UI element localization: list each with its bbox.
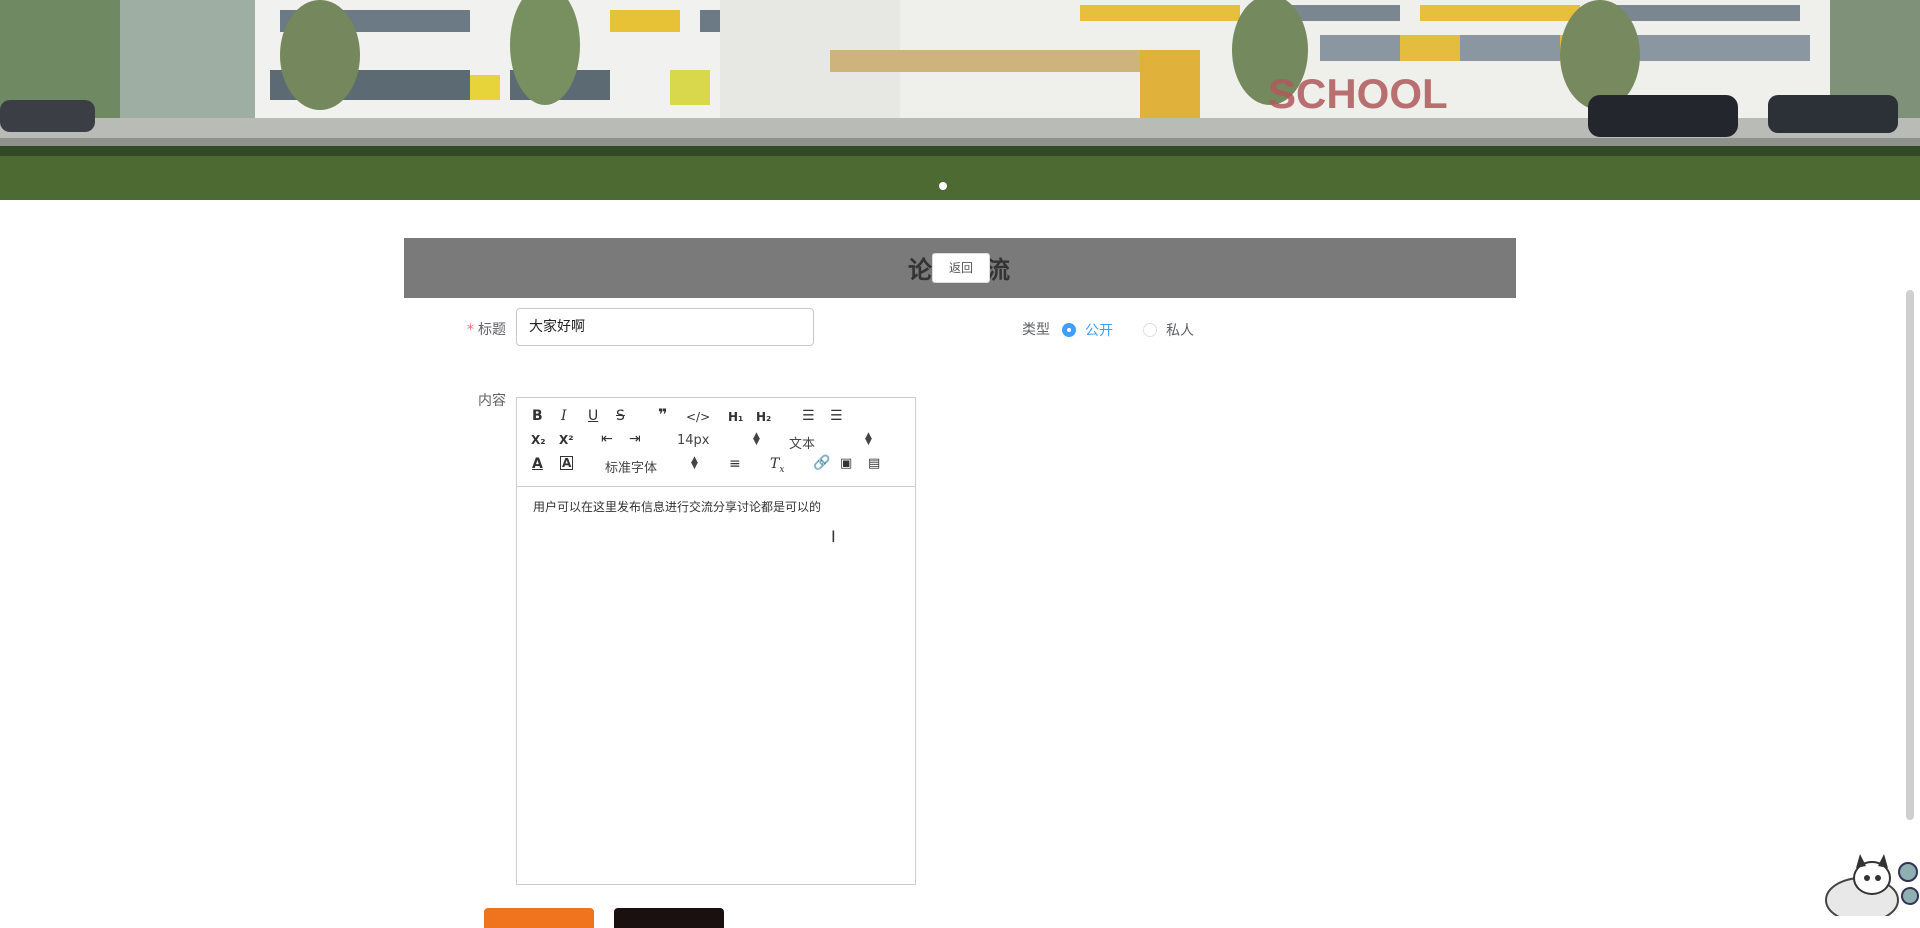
page-header-bar: 论坛交流 返回 <box>404 238 1516 298</box>
title-input[interactable]: 大家好啊 <box>516 308 814 346</box>
carousel-indicator[interactable] <box>939 182 947 190</box>
block-type-select[interactable]: 文本 ▲ ▼ <box>789 431 873 453</box>
type-label: 类型 <box>1022 322 1050 338</box>
school-building-image: SCHOOL <box>0 0 1920 200</box>
cancel-button[interactable] <box>614 908 724 928</box>
editor-content[interactable]: 用户可以在这里发布信息进行交流分享讨论都是可以的 <box>533 498 821 515</box>
link-icon[interactable]: 🔗 <box>813 454 830 472</box>
heading1-icon[interactable]: H₁ <box>728 408 743 426</box>
outdent-icon[interactable]: ⇤ <box>601 430 613 448</box>
text-cursor-icon: I <box>831 527 836 546</box>
blockquote-icon[interactable]: ❞ <box>658 406 667 424</box>
rich-text-editor: B I U S ❞ </> H₁ H₂ ☰ ☰ X₂ X² ⇤ ⇥ 14px ▲… <box>516 397 916 885</box>
ordered-list-icon[interactable]: ☰ <box>802 407 815 425</box>
code-block-icon[interactable]: </> <box>686 408 710 426</box>
required-mark: * <box>467 322 474 338</box>
editor-toolbar: B I U S ❞ </> H₁ H₂ ☰ ☰ X₂ X² ⇤ ⇥ 14px ▲… <box>517 398 915 487</box>
subscript-icon[interactable]: X₂ <box>531 431 546 449</box>
mascot-cat-icon[interactable] <box>1812 852 1920 916</box>
bold-icon[interactable]: B <box>532 407 543 425</box>
indent-icon[interactable]: ⇥ <box>629 430 641 448</box>
bullet-list-icon[interactable]: ☰ <box>830 407 843 425</box>
title-label: * 标题 <box>467 322 506 338</box>
type-radio-private[interactable]: 私人 <box>1143 320 1194 340</box>
page-scrollbar[interactable] <box>1906 290 1914 820</box>
italic-icon[interactable]: I <box>561 407 567 425</box>
underline-icon[interactable]: U <box>588 407 598 425</box>
align-left-icon[interactable]: ≡ <box>729 455 741 473</box>
strikethrough-icon[interactable]: S <box>616 407 625 425</box>
back-button[interactable]: 返回 <box>932 253 990 283</box>
select-arrows-icon: ▲ ▼ <box>691 455 698 471</box>
submit-button[interactable] <box>484 908 594 928</box>
font-color-icon[interactable]: A <box>532 455 543 473</box>
radio-unchecked-icon <box>1143 323 1157 337</box>
hero-banner: SCHOOL <box>0 0 1920 200</box>
font-family-select[interactable]: 标准字体 ▲ ▼ <box>605 455 701 477</box>
video-icon[interactable]: ▤ <box>868 455 880 473</box>
radio-checked-icon <box>1062 323 1076 337</box>
clear-format-icon[interactable]: Tx <box>770 455 784 479</box>
svg-text:SCHOOL: SCHOOL <box>1268 70 1448 117</box>
content-label: 内容 <box>478 393 506 409</box>
background-color-icon[interactable]: A <box>560 456 574 470</box>
type-radio-public[interactable]: 公开 <box>1062 320 1113 340</box>
select-arrows-icon: ▲ ▼ <box>753 431 760 447</box>
select-arrows-icon: ▲ ▼ <box>865 431 872 447</box>
superscript-icon[interactable]: X² <box>559 431 574 449</box>
image-icon[interactable]: ▣ <box>840 455 852 473</box>
heading2-icon[interactable]: H₂ <box>756 408 771 426</box>
font-size-select[interactable]: 14px ▲ ▼ <box>677 431 761 449</box>
